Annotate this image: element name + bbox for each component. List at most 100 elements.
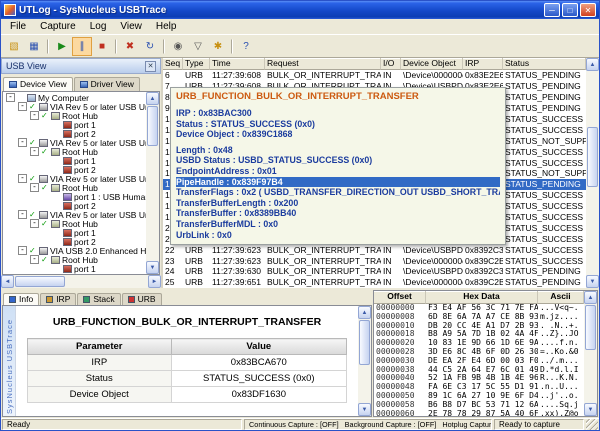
- menu-log[interactable]: Log: [83, 20, 114, 33]
- info-panel: InfoIRPStackURB SysNucleus USBTrace URB_…: [1, 290, 373, 418]
- device-tree-container: - My Computer - ✓ VIA Rev 5 or later USB…: [2, 91, 160, 275]
- checkbox-icon[interactable]: ✓: [41, 184, 49, 192]
- expander-icon[interactable]: -: [30, 111, 39, 120]
- expander-icon[interactable]: -: [6, 93, 15, 102]
- capture-log-table: SeqTypeTimeRequestI/ODevice ObjectIRPSta…: [163, 58, 599, 288]
- log-vertical-scrollbar[interactable]: ▲ ▼: [586, 58, 599, 288]
- tab-stack[interactable]: Stack: [77, 293, 120, 305]
- column-header[interactable]: Device Object: [401, 58, 463, 70]
- toolbar-button-icon: ▽: [194, 41, 202, 52]
- node-icon: [63, 229, 72, 237]
- column-header[interactable]: Request: [265, 58, 381, 70]
- expander-icon[interactable]: -: [30, 219, 39, 228]
- toolbar-button[interactable]: [231, 39, 233, 54]
- tab-icon: [83, 296, 90, 303]
- tab-driver-view[interactable]: Driver View: [74, 77, 140, 91]
- maximize-button[interactable]: □: [562, 3, 578, 17]
- open-log-button[interactable]: ▧: [4, 37, 24, 56]
- hex-row: 00000000 F3 E4 AF 56 3C 71 7E FA ...V<q~…: [374, 304, 584, 313]
- minimize-button[interactable]: ─: [544, 3, 560, 17]
- help-button[interactable]: ?: [236, 37, 256, 56]
- node-icon: [39, 211, 48, 219]
- expander-icon[interactable]: -: [18, 102, 27, 111]
- log-row[interactable]: 25 URB 11:27:39:651 BULK_OR_INTERRUPT_TR…: [163, 277, 586, 288]
- panel-close-icon[interactable]: ✕: [145, 61, 156, 72]
- log-row[interactable]: 6 URB 11:27:39:608 BULK_OR_INTERRUPT_TRA…: [163, 70, 586, 81]
- menu-file[interactable]: File: [3, 20, 33, 33]
- tree-horizontal-scrollbar[interactable]: ◄ ►: [1, 275, 161, 288]
- toolbar-button[interactable]: [47, 39, 49, 54]
- node-icon: [39, 247, 48, 255]
- window-title: UTLog - SysNucleus USBTrace: [19, 5, 541, 16]
- log-row[interactable]: 23 URB 11:27:39:623 BULK_OR_INTERRUPT_TR…: [163, 255, 586, 266]
- tree-item-port[interactable]: port 1: [3, 264, 146, 273]
- expander-icon[interactable]: -: [18, 138, 27, 147]
- column-header[interactable]: Status: [503, 58, 586, 70]
- monitor-icon: [9, 81, 17, 88]
- hex-row: 00000048 FA 6E C3 17 5C 55 D1 91 .n..U..…: [374, 383, 584, 392]
- hex-row: 00000058 B6 B8 D7 BC 53 71 12 6A ....Sq.…: [374, 401, 584, 410]
- pause-capture-button[interactable]: ∥: [72, 37, 92, 56]
- node-icon: [27, 94, 36, 102]
- start-capture-button[interactable]: ▶: [52, 37, 72, 56]
- expander-icon[interactable]: -: [30, 183, 39, 192]
- menu-help[interactable]: Help: [149, 20, 184, 33]
- options-button[interactable]: ✱: [208, 37, 228, 56]
- hex-row: 00000018 B8 A9 5A 7D 1B 02 4A 4F ..Z}..J…: [374, 330, 584, 339]
- tooltip-line: USBD Status : USBD_STATUS_SUCCESS (0x0): [176, 155, 500, 166]
- toolbar-button[interactable]: [115, 39, 117, 54]
- log-row[interactable]: 24 URB 11:27:39:630 BULK_OR_INTERRUPT_TR…: [163, 266, 586, 277]
- toolbar-button-icon: ↻: [146, 41, 154, 52]
- node-icon: [51, 256, 60, 264]
- clear-log-button[interactable]: ✖: [120, 37, 140, 56]
- checkbox-icon[interactable]: ✓: [41, 112, 49, 120]
- hexdata-column-header[interactable]: Hex Data: [426, 291, 538, 304]
- filter-button[interactable]: ▽: [188, 37, 208, 56]
- status-capture-state: Ready to capture: [494, 419, 584, 430]
- column-header[interactable]: Seq: [163, 58, 183, 70]
- menu-view[interactable]: View: [113, 20, 149, 33]
- tab-urb[interactable]: URB: [122, 293, 162, 305]
- toolbar: ▧▦ ▶∥■ ✖ ↻ ◉ ▽ ✱?: [1, 35, 599, 58]
- hex-row: 00000020 10 83 1E 9D 66 1D 6E 9A ....f.n…: [374, 339, 584, 348]
- tree-vertical-scrollbar[interactable]: ▲ ▼: [146, 92, 159, 274]
- param-row: IRP 0x83BCA670: [27, 355, 346, 371]
- toolbar-button[interactable]: [163, 39, 165, 54]
- expander-icon[interactable]: -: [18, 210, 27, 219]
- toolbar-button-icon: ✱: [214, 41, 222, 52]
- log-row[interactable]: 22 URB 11:27:39:623 BULK_OR_INTERRUPT_TR…: [163, 244, 586, 255]
- expander-icon[interactable]: -: [18, 246, 27, 255]
- refresh-button[interactable]: ↻: [140, 37, 160, 56]
- status-capture-flags: Continuous Capture : [OFF]Background Cap…: [244, 419, 492, 430]
- app-icon: [4, 4, 16, 16]
- stop-capture-button[interactable]: ■: [92, 37, 112, 56]
- tab-irp[interactable]: IRP: [40, 293, 76, 305]
- hex-vertical-scrollbar[interactable]: ▲ ▼: [584, 291, 597, 416]
- close-button[interactable]: ✕: [580, 3, 596, 17]
- expander-icon[interactable]: -: [30, 255, 39, 264]
- titlebar[interactable]: UTLog - SysNucleus USBTrace ─ □ ✕: [1, 1, 599, 19]
- column-header[interactable]: IRP: [463, 58, 503, 70]
- find-button[interactable]: ◉: [168, 37, 188, 56]
- expander-icon[interactable]: -: [30, 147, 39, 156]
- menu-capture[interactable]: Capture: [33, 20, 83, 33]
- save-log-button[interactable]: ▦: [24, 37, 44, 56]
- column-header[interactable]: I/O: [381, 58, 401, 70]
- tab-info[interactable]: Info: [3, 293, 39, 305]
- expander-icon[interactable]: -: [18, 174, 27, 183]
- ascii-column-header[interactable]: Ascii: [538, 291, 584, 304]
- checkbox-icon[interactable]: ✓: [41, 148, 49, 156]
- tooltip-line: TransferFlags : 0x2 ( USBD_TRANSFER_DIRE…: [176, 187, 500, 198]
- status-flag: Background Capture : [OFF]: [345, 420, 437, 429]
- column-header[interactable]: Time: [210, 58, 265, 70]
- checkbox-icon[interactable]: ✓: [41, 220, 49, 228]
- offset-column-header[interactable]: Offset: [374, 291, 426, 304]
- column-header[interactable]: Type: [183, 58, 210, 70]
- resize-grip[interactable]: [586, 419, 598, 430]
- tab-device-view[interactable]: Device View: [3, 77, 73, 91]
- hex-row: 00000050 89 1C 6A 27 10 9E 6F D4 ..j'..o…: [374, 392, 584, 401]
- param-table: Parameter Value IRP 0x83BCA670: [27, 338, 347, 403]
- statusbar: Ready Continuous Capture : [OFF]Backgrou…: [1, 418, 599, 430]
- checkbox-icon[interactable]: ✓: [41, 256, 49, 264]
- info-vertical-scrollbar[interactable]: ▲ ▼: [358, 306, 371, 416]
